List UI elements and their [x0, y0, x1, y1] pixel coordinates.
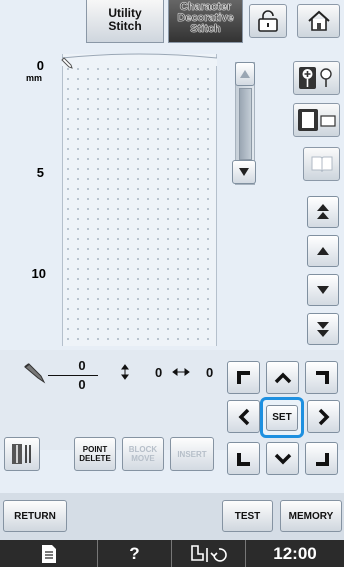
insert-button[interactable]: INSERT	[170, 437, 214, 471]
frame-icon	[297, 109, 336, 131]
double-triangle-down-icon	[317, 322, 329, 337]
insert-label: INSERT	[177, 449, 207, 459]
lock-icon	[258, 10, 278, 32]
move-up-arrow-button[interactable]	[266, 361, 299, 394]
needle-mode-icon	[298, 67, 332, 89]
ruler-unit: mm	[26, 73, 43, 83]
home-button[interactable]	[297, 4, 340, 38]
ruler-mark-0: 0	[36, 58, 44, 73]
memory-button[interactable]: MEMORY	[280, 500, 342, 532]
needle-mode-button[interactable]	[293, 61, 340, 95]
triangle-up-icon	[317, 247, 329, 255]
clock: 12:00	[246, 540, 344, 567]
book-icon	[311, 156, 332, 173]
frame-mode-button[interactable]	[293, 103, 340, 137]
help-button[interactable]: ?	[98, 540, 172, 567]
presser-foot-icon	[190, 544, 227, 562]
triangle-down-icon	[239, 168, 249, 176]
move-right-button[interactable]	[307, 400, 340, 433]
return-label: RETURN	[14, 510, 56, 522]
block-move-line1: BLOCK	[128, 445, 158, 454]
x-position-top: 0	[78, 358, 86, 373]
return-button[interactable]: RETURN	[3, 500, 67, 532]
move-down-button[interactable]	[307, 274, 339, 306]
horizontal-arrows-icon	[172, 368, 190, 376]
set-button[interactable]: SET	[260, 397, 304, 438]
tab-character-decorative-stitch[interactable]: Character Decorative Stitch	[168, 0, 243, 43]
move-down-arrow-button[interactable]	[266, 442, 299, 475]
move-down-left-button[interactable]	[227, 442, 260, 475]
test-label: TEST	[234, 510, 261, 522]
scroll-down-button[interactable]	[232, 160, 256, 184]
x-position-bottom: 0	[78, 377, 86, 392]
memory-label: MEMORY	[288, 510, 334, 522]
move-up-right-button[interactable]	[305, 361, 338, 394]
fraction-line	[48, 375, 98, 376]
canvas-top-curve	[62, 53, 217, 66]
vertical-arrows-icon	[121, 364, 129, 380]
lock-button[interactable]	[249, 4, 287, 38]
stitch-type-icon	[12, 444, 31, 464]
corner-up-left-icon	[236, 370, 250, 384]
corner-down-left-icon	[236, 452, 250, 466]
scroll-up-button[interactable]	[235, 62, 255, 86]
tab-utility-stitch[interactable]: Utility Stitch	[86, 0, 164, 43]
clock-time: 12:00	[273, 543, 317, 563]
horizontal-value: 0	[206, 365, 214, 380]
stitch-type-button[interactable]	[4, 437, 40, 471]
status-bar: ? 12:00	[0, 540, 344, 567]
chevron-right-icon	[318, 408, 329, 425]
home-icon	[307, 10, 330, 31]
point-delete-line2: DELETE	[79, 454, 111, 463]
move-left-button[interactable]	[227, 400, 260, 433]
move-up-button[interactable]	[307, 235, 339, 267]
chevron-left-icon	[238, 408, 249, 425]
test-button[interactable]: TEST	[222, 500, 273, 532]
doc-icon	[41, 544, 56, 563]
set-label: SET	[266, 404, 298, 431]
chevron-up-icon	[274, 372, 291, 383]
point-delete-line1: POINT	[82, 445, 108, 454]
block-move-button[interactable]: BLOCK MOVE	[122, 437, 164, 471]
document-button[interactable]	[0, 540, 98, 567]
triangle-down-icon	[317, 286, 329, 294]
chevron-down-icon	[274, 453, 291, 464]
tab-character-line3: Stitch	[190, 23, 221, 35]
design-canvas[interactable]	[62, 54, 217, 346]
block-move-line2: MOVE	[131, 454, 155, 463]
vertical-value: 0	[155, 365, 163, 380]
tab-utility-line2: Stitch	[108, 19, 142, 33]
corner-down-right-icon	[315, 452, 329, 466]
scrollbar-thumb[interactable]	[239, 88, 252, 160]
ruler-mark-5: 5	[36, 165, 44, 180]
book-button[interactable]	[303, 147, 340, 181]
screen: Utility Stitch Character Decorative Stit…	[0, 0, 344, 567]
double-triangle-up-icon	[317, 204, 329, 219]
corner-up-right-icon	[315, 370, 329, 384]
start-point-pencil-icon	[61, 57, 73, 69]
move-up-left-button[interactable]	[227, 361, 260, 394]
point-delete-button[interactable]: POINT DELETE	[74, 437, 116, 471]
triangle-up-icon	[240, 70, 250, 78]
move-top-button[interactable]	[307, 196, 339, 228]
presser-foot-button[interactable]	[172, 540, 246, 567]
help-label: ?	[129, 543, 140, 563]
pencil-icon	[24, 363, 46, 384]
move-bottom-button[interactable]	[307, 313, 339, 345]
ruler-mark-10: 10	[31, 266, 46, 281]
move-down-right-button[interactable]	[305, 442, 338, 475]
